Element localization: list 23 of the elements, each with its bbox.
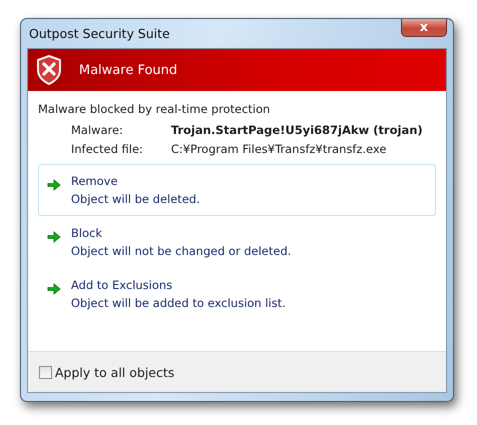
detail-label: Malware: — [71, 123, 124, 137]
action-title: Block — [71, 226, 104, 240]
shield-error-icon — [36, 55, 62, 85]
detail-label: Infected file: — [71, 142, 144, 156]
action-option[interactable]: Block Object will not be changed or deleted. — [38, 216, 436, 268]
action-option[interactable]: Add to Exclusions Object will be added to exclusion list. — [38, 268, 436, 320]
close-button[interactable]: x — [401, 19, 447, 37]
window-title: Outpost Security Suite — [29, 26, 170, 41]
action-title: Remove — [71, 174, 119, 188]
checkbox-label: Apply to all objects — [55, 364, 174, 380]
action-title: Add to Exclusions — [71, 278, 174, 292]
action-description: Object will not be changed or deleted. — [71, 244, 292, 258]
arrow-icon — [47, 231, 61, 243]
checkbox[interactable] — [39, 366, 52, 378]
arrow-icon — [47, 179, 61, 191]
detail-value: C:¥Program Files¥Transfz¥transfz.exe — [171, 142, 388, 156]
action-option[interactable]: Remove Object will be deleted. — [38, 164, 436, 216]
action-description: Object will be deleted. — [71, 192, 200, 206]
action-description: Object will be added to exclusion list. — [71, 296, 286, 310]
arrow-icon — [47, 283, 61, 295]
banner-title: Malware Found — [79, 62, 178, 78]
message-text: Malware blocked by real-time protection — [38, 102, 272, 116]
detail-value: Trojan.StartPage!U5yi687jAkw (trojan) — [171, 123, 424, 137]
